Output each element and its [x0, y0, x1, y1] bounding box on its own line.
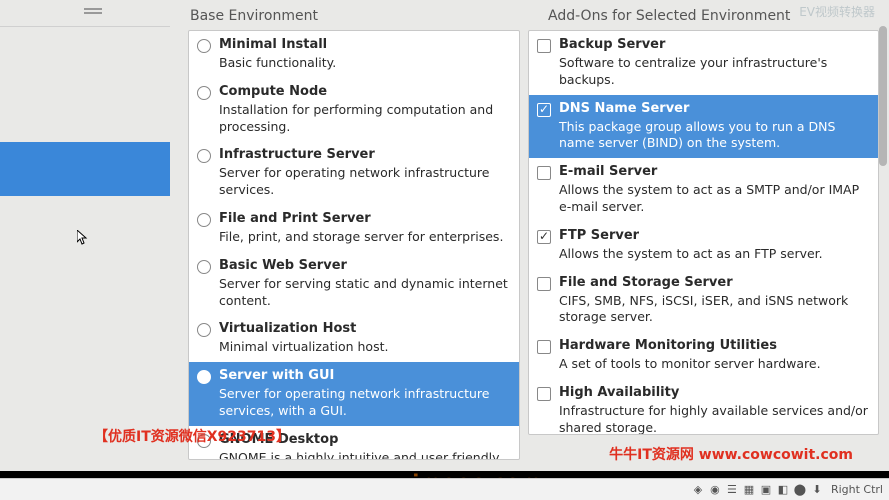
checkbox-icon — [537, 387, 551, 401]
vm-host-key: Right Ctrl — [831, 483, 883, 496]
hub-sidebar — [0, 0, 170, 471]
option-desc: File, print, and storage server for ente… — [219, 229, 509, 246]
checkbox-icon — [537, 103, 551, 117]
addon-desc: Infrastructure for highly available serv… — [559, 403, 868, 435]
option-desc: GNOME is a highly intuitive and user fri… — [219, 450, 509, 460]
base-env-option[interactable]: Compute NodeInstallation for performing … — [189, 78, 519, 142]
vm-shared-icon: ▣ — [759, 483, 773, 497]
option-desc: Basic functionality. — [219, 55, 509, 72]
radio-icon — [197, 39, 211, 53]
addon-desc: Software to centralize your infrastructu… — [559, 55, 868, 89]
addon-name: E-mail Server — [559, 164, 868, 181]
base-env-option[interactable]: Server with GUIServer for operating netw… — [189, 362, 519, 426]
option-desc: Server for serving static and dynamic in… — [219, 276, 509, 310]
addon-name: File and Storage Server — [559, 275, 868, 292]
checkbox-icon — [537, 166, 551, 180]
addon-option[interactable]: Hardware Monitoring UtilitiesA set of to… — [529, 332, 878, 379]
base-env-option[interactable]: Infrastructure ServerServer for operatin… — [189, 141, 519, 205]
option-name: File and Print Server — [219, 211, 509, 228]
option-name: Basic Web Server — [219, 258, 509, 275]
radio-icon — [197, 86, 211, 100]
base-environment-title: Base Environment — [170, 0, 528, 30]
watermark-red-left: 【优质IT资源微信X923713】 — [94, 426, 290, 446]
radio-icon — [197, 323, 211, 337]
addon-desc: This package group allows you to run a D… — [559, 119, 868, 153]
radio-icon — [197, 149, 211, 163]
addon-option[interactable]: Backup ServerSoftware to centralize your… — [529, 31, 878, 95]
checkbox-icon — [537, 277, 551, 291]
base-env-option[interactable]: Basic Web ServerServer for serving stati… — [189, 252, 519, 316]
addon-desc: Allows the system to act as an FTP serve… — [559, 246, 868, 263]
radio-icon — [197, 370, 211, 384]
checkbox-icon — [537, 340, 551, 354]
addon-name: FTP Server — [559, 228, 868, 245]
addon-desc: CIFS, SMB, NFS, iSCSI, iSER, and iSNS ne… — [559, 293, 868, 327]
option-desc: Server for operating network infrastruct… — [219, 165, 509, 199]
menu-icon — [84, 8, 102, 12]
mouse-cursor-icon — [77, 230, 89, 250]
scrollbar-thumb[interactable] — [879, 26, 887, 166]
base-env-option[interactable]: File and Print ServerFile, print, and st… — [189, 205, 519, 252]
addon-name: High Availability — [559, 385, 868, 402]
radio-icon — [197, 260, 211, 274]
vm-rec-icon: ⬤ — [793, 483, 807, 497]
addon-option[interactable]: E-mail ServerAllows the system to act as… — [529, 158, 878, 222]
base-env-option[interactable]: Virtualization HostMinimal virtualizatio… — [189, 315, 519, 362]
addon-option[interactable]: High AvailabilityInfrastructure for high… — [529, 379, 878, 435]
vm-usb-icon: ☰ — [725, 483, 739, 497]
option-name: Infrastructure Server — [219, 147, 509, 164]
vm-disk-icon: ◈ — [691, 483, 705, 497]
addon-name: Backup Server — [559, 37, 868, 54]
option-desc: Minimal virtualization host. — [219, 339, 509, 356]
vm-optical-icon: ◉ — [708, 483, 722, 497]
checkbox-icon — [537, 230, 551, 244]
base-env-option[interactable]: Minimal InstallBasic functionality. — [189, 31, 519, 78]
checkbox-icon — [537, 39, 551, 53]
watermark-red-right: 牛牛IT资源网 www.cowcowit.com — [609, 444, 853, 464]
base-environment-list[interactable]: Minimal InstallBasic functionality.Compu… — [188, 30, 520, 460]
addon-option[interactable]: FTP ServerAllows the system to act as an… — [529, 222, 878, 269]
option-desc: Installation for performing computation … — [219, 102, 509, 136]
sidebar-selected-item[interactable] — [0, 142, 170, 196]
vm-display-icon: ◧ — [776, 483, 790, 497]
option-name: Virtualization Host — [219, 321, 509, 338]
addon-option[interactable]: File and Storage ServerCIFS, SMB, NFS, i… — [529, 269, 878, 333]
option-desc: Server for operating network infrastruct… — [219, 386, 509, 420]
option-name: Minimal Install — [219, 37, 509, 54]
vm-net-icon: ▦ — [742, 483, 756, 497]
addon-name: DNS Name Server — [559, 101, 868, 118]
addons-list[interactable]: Backup ServerSoftware to centralize your… — [528, 30, 879, 435]
addon-desc: A set of tools to monitor server hardwar… — [559, 356, 868, 373]
addon-option[interactable]: DNS Name ServerThis package group allows… — [529, 95, 878, 159]
watermark-top-right: EV视频转换器 — [799, 3, 875, 20]
option-name: Server with GUI — [219, 368, 509, 385]
addon-name: Hardware Monitoring Utilities — [559, 338, 868, 355]
vm-mouse-icon: ⬇ — [810, 483, 824, 497]
radio-icon — [197, 213, 211, 227]
vm-status-bar: ◈ ◉ ☰ ▦ ▣ ◧ ⬤ ⬇ Right Ctrl — [0, 478, 889, 500]
addon-desc: Allows the system to act as a SMTP and/o… — [559, 182, 868, 216]
option-name: Compute Node — [219, 84, 509, 101]
